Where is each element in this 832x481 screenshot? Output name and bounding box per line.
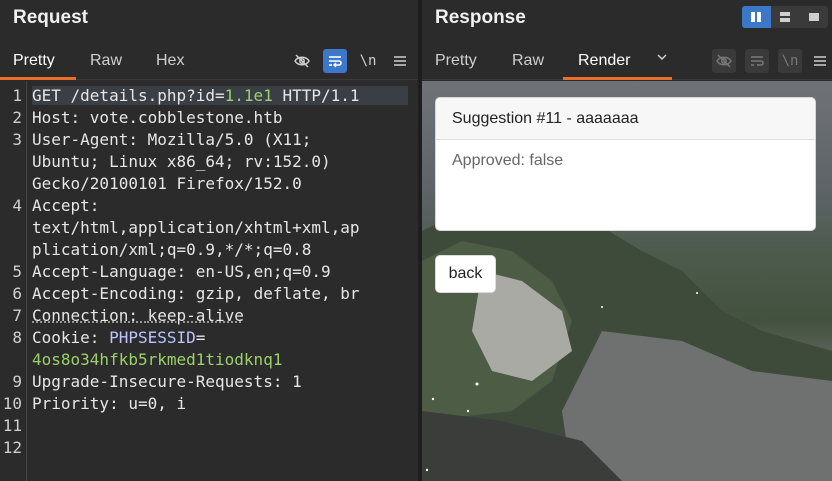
line-number: 9 (12, 372, 22, 391)
wrap-icon[interactable] (323, 49, 347, 73)
header-value: u=0, i (128, 394, 187, 413)
code-line-upgrade-insecure: Upgrade-Insecure-Requests: 1 (32, 372, 302, 391)
line-number: 1 (12, 86, 22, 105)
response-title: Response (435, 7, 526, 28)
eye-off-icon (712, 49, 736, 73)
menu-icon[interactable] (808, 49, 832, 73)
http-version: HTTP/1.1 (272, 86, 360, 105)
wrap-icon (745, 49, 769, 73)
response-tabs: Pretty Raw Render \n (422, 44, 832, 80)
response-pane: Response Pretty Raw Render \n Suggestion… (422, 0, 832, 481)
header-value: gzip, deflate, br (195, 284, 360, 303)
code-line-accept-language: Accept-Language: en-US,en;q=0.9 (32, 262, 331, 281)
approval-status: Approved: false (452, 152, 564, 169)
line-number: 12 (2, 438, 22, 457)
cookie-name: PHPSESSID (109, 328, 196, 347)
line-number: 2 (12, 108, 22, 127)
active-tab-indicator (563, 77, 672, 80)
header-value: 1 (292, 372, 302, 391)
tab-raw[interactable]: Raw (512, 52, 544, 70)
request-pane: Request Pretty Raw Hex \n 1 2 3 4 5 6 7 … (0, 0, 418, 481)
chevron-down-icon[interactable] (656, 50, 668, 68)
line-number: 8 (12, 328, 22, 347)
code-line-wrap: text/html,application/xhtml+xml,ap (32, 218, 360, 237)
tab-hex[interactable]: Hex (156, 52, 184, 70)
active-tab-indicator (0, 77, 76, 80)
header-name: Upgrade-Insecure-Requests (32, 372, 273, 391)
header-sep: : (89, 328, 110, 347)
code-line-accept: Accept: (32, 196, 99, 215)
line-number-gutter: 1 2 3 4 5 6 7 8 9 10 11 12 (0, 81, 27, 481)
header-name: Connection (32, 306, 129, 325)
header-value: en-US,en;q=0.9 (195, 262, 331, 281)
header-name: User-Agent (32, 130, 129, 149)
suggestion-card: Suggestion #11 - aaaaaaa Approved: false (435, 97, 816, 231)
tab-render[interactable]: Render (578, 52, 630, 70)
request-editor[interactable]: 1 2 3 4 5 6 7 8 9 10 11 12 GET /details.… (0, 81, 418, 481)
tab-raw[interactable]: Raw (90, 52, 122, 70)
render-view: Suggestion #11 - aaaaaaa Approved: false… (422, 81, 832, 481)
header-sep: : (128, 130, 148, 149)
code-line-wrap: plication/xml;q=0.9,*/*;q=0.8 (32, 240, 312, 259)
request-title: Request (13, 7, 88, 28)
code-line-connection: Connection: keep-alive (32, 306, 244, 325)
id-param-value: 1.1e1 (224, 86, 273, 105)
header-sep: : (89, 196, 100, 215)
header-name: Priority (32, 394, 110, 413)
header-value: vote.cobblestone.htb (89, 108, 283, 127)
code-line-host: Host: vote.cobblestone.htb (32, 108, 282, 127)
code-line-user-agent: User-Agent: Mozilla/5.0 (X11; (32, 130, 311, 149)
single-view-icon[interactable] (799, 6, 828, 28)
header-name: Cookie (32, 328, 90, 347)
header-name: Accept-Encoding (32, 284, 177, 303)
cookie-value: 4os8o34hfkb5rkmed1tiodknq1 (32, 350, 283, 369)
newline-toggle[interactable]: \n (356, 49, 380, 73)
code-line-wrap: Gecko/20100101 Firefox/152.0 (32, 174, 302, 193)
code-line-cookie: Cookie: PHPSESSID= (32, 328, 205, 347)
header-sep: : (70, 108, 90, 127)
line-number: 10 (2, 394, 22, 413)
header-value: Mozilla/5.0 (X11; (147, 130, 312, 149)
header-sep: : (128, 306, 148, 325)
newline-toggle: \n (778, 49, 802, 73)
line-number: 3 (12, 130, 22, 149)
line-number: 6 (12, 284, 22, 303)
header-name: Accept (32, 196, 90, 215)
header-sep: : (272, 372, 293, 391)
line-number: 4 (12, 196, 22, 215)
back-button[interactable]: back (435, 255, 496, 293)
tab-pretty[interactable]: Pretty (435, 52, 477, 70)
menu-icon[interactable] (388, 49, 412, 73)
line-number: 5 (12, 262, 22, 281)
code-line-request-line: GET /details.php?id=1.1e1 HTTP/1.1 (32, 86, 408, 105)
tab-pretty[interactable]: Pretty (13, 52, 55, 70)
header-sep: : (176, 262, 196, 281)
header-name: Accept-Language (32, 262, 177, 281)
code-line-wrap: Ubuntu; Linux x86_64; rv:152.0) (32, 152, 331, 171)
code-line-accept-encoding: Accept-Encoding: gzip, deflate, br (32, 284, 360, 303)
request-method-path: GET /details.php?id= (32, 86, 225, 105)
layout-toggle (742, 6, 828, 28)
cookie-eq: = (195, 328, 206, 347)
header-name: Host (32, 108, 71, 127)
request-tabs: Pretty Raw Hex \n (0, 44, 418, 80)
suggestion-title: Suggestion #11 - aaaaaaa (436, 98, 815, 140)
header-sep: : (109, 394, 129, 413)
columns-icon[interactable] (742, 6, 771, 28)
rows-icon[interactable] (771, 6, 800, 28)
header-sep: : (176, 284, 196, 303)
code-line-priority: Priority: u=0, i (32, 394, 186, 413)
header-value: keep-alive (147, 306, 244, 325)
eye-off-icon[interactable] (290, 49, 314, 73)
line-number: 7 (12, 306, 22, 325)
line-number: 11 (2, 416, 22, 435)
